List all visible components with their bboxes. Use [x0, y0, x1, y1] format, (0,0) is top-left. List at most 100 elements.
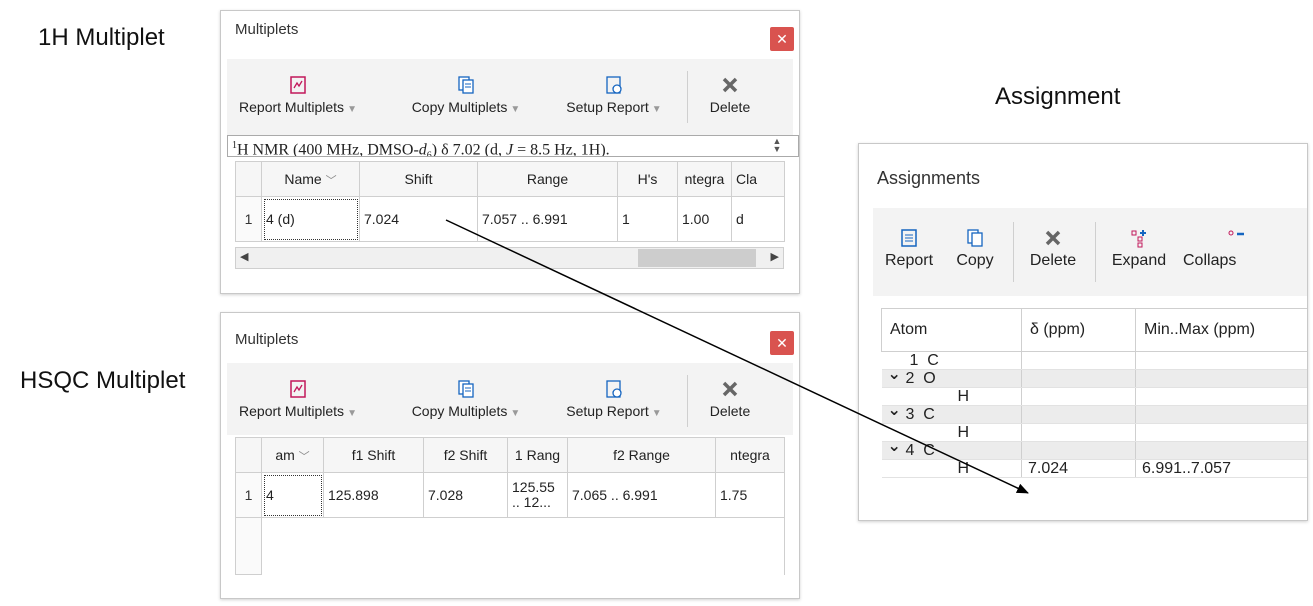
column-header-shift[interactable]: Shift	[359, 161, 478, 197]
column-header-f1-shift[interactable]: f1 Shift	[323, 437, 424, 473]
cell-range[interactable]: 6.991..7.057	[1135, 459, 1307, 478]
collapse-button[interactable]: Collaps	[1183, 228, 1267, 270]
cell-f2-range[interactable]: 7.065 .. 6.991	[567, 472, 716, 518]
copy-button[interactable]: Copy	[947, 228, 1003, 270]
cell-f2-shift[interactable]: 7.028	[423, 472, 508, 518]
tree-row[interactable]: ⌄ 3 C	[881, 402, 1307, 424]
horizontal-scrollbar[interactable]: ◀ ▶	[235, 247, 784, 269]
expand-button[interactable]: Expand	[1103, 228, 1175, 270]
cell-name[interactable]: 4 (d)	[261, 196, 360, 242]
dropdown-arrow-icon[interactable]: ▼	[347, 104, 357, 115]
delete-button[interactable]: Delete	[1021, 228, 1085, 270]
empty-cell	[261, 517, 785, 575]
report-multiplets-button[interactable]: Report Multiplets ▼	[227, 75, 369, 115]
cell-atom[interactable]: H	[881, 459, 1022, 478]
cell-f1-shift[interactable]: 125.898	[323, 472, 424, 518]
cell-shift[interactable]: 7.024	[1021, 459, 1136, 478]
scroll-right-icon[interactable]: ▶	[771, 250, 779, 263]
column-header-integral[interactable]: ntegra	[677, 161, 732, 197]
table-header-row: Name ﹀ Shift Range H's ntegra Cla	[235, 161, 785, 197]
scroll-left-icon[interactable]: ◀	[240, 250, 248, 263]
column-header-atom[interactable]: Atom	[881, 308, 1022, 352]
summary-text-2: ) δ 7.02 (d,	[431, 141, 506, 157]
cell-shift[interactable]	[1021, 441, 1136, 460]
tree-row[interactable]: ⌄ 4 C	[881, 438, 1307, 460]
column-header-class[interactable]: Cla	[731, 161, 785, 197]
cell-integral[interactable]: 1.75	[715, 472, 785, 518]
dropdown-arrow-icon[interactable]: ▼	[510, 104, 520, 115]
dropdown-arrow-icon[interactable]: ▼	[652, 408, 662, 419]
column-header-hs[interactable]: H's	[617, 161, 678, 197]
table-row[interactable]: 1 4 125.898 7.028 125.55 .. 12... 7.065 …	[235, 472, 785, 518]
close-button[interactable]: ✕	[770, 331, 794, 355]
cell-shift[interactable]	[1021, 405, 1136, 424]
cell-hs[interactable]: 1	[617, 196, 678, 242]
cell-f1-range[interactable]: 125.55 .. 12...	[507, 472, 568, 518]
cell-range[interactable]	[1135, 369, 1307, 388]
scrollbar-thumb[interactable]	[256, 250, 636, 266]
report-label: Report	[884, 252, 934, 269]
cell-atom[interactable]: ⌄ 2 O	[881, 366, 1022, 388]
dropdown-arrow-icon[interactable]: ▼	[652, 104, 662, 115]
cell-atom[interactable]: ⌄ 4 C	[881, 438, 1022, 460]
atom-label: 3 C	[905, 406, 935, 423]
column-header-name[interactable]: am ﹀	[261, 437, 324, 473]
dropdown-arrow-icon[interactable]: ▼	[510, 408, 520, 419]
close-button[interactable]: ✕	[770, 27, 794, 51]
delete-button[interactable]: Delete	[695, 75, 765, 115]
column-header-name[interactable]: Name ﹀	[261, 161, 360, 197]
toolbar-separator	[1013, 222, 1014, 282]
expand-chevron-icon[interactable]: ⌄	[888, 366, 906, 383]
column-header-range[interactable]: Range	[477, 161, 618, 197]
cell-range[interactable]: 7.057 .. 6.991	[477, 196, 618, 242]
report-button[interactable]: Report	[879, 228, 939, 270]
caption-hsqc-multiplet: HSQC Multiplet	[20, 367, 186, 394]
tree-row[interactable]: H	[881, 387, 1307, 406]
summary-italic-d: d	[418, 141, 427, 157]
atom-label: H	[957, 424, 970, 441]
column-header-f2-shift[interactable]: f2 Shift	[423, 437, 508, 473]
copy-icon	[458, 380, 474, 398]
expand-chevron-icon[interactable]: ⌄	[888, 402, 906, 419]
cell-name[interactable]: 4	[261, 472, 324, 518]
setup-report-label: Setup Report	[566, 99, 649, 115]
column-header-f1-range[interactable]: 1 Rang	[507, 437, 568, 473]
copy-multiplets-button[interactable]: Copy Multiplets ▼	[397, 75, 535, 115]
spin-arrows-icon[interactable]: ▲ ▼	[764, 137, 790, 154]
cell-shift[interactable]: 7.024	[359, 196, 478, 242]
column-header-range[interactable]: Min..Max (ppm)	[1135, 308, 1307, 352]
cell-integral[interactable]: 1.00	[677, 196, 732, 242]
cell-shift[interactable]	[1021, 351, 1136, 370]
cell-shift[interactable]	[1021, 387, 1136, 406]
cell-range[interactable]	[1135, 351, 1307, 370]
copy-multiplets-button[interactable]: Copy Multiplets ▼	[397, 379, 535, 419]
tree-row[interactable]: H	[881, 423, 1307, 442]
expand-chevron-icon[interactable]: ⌄	[888, 438, 906, 455]
tree-row[interactable]: ⌄ 2 O	[881, 366, 1307, 388]
cell-range[interactable]	[1135, 405, 1307, 424]
cell-atom[interactable]: ⌄ 3 C	[881, 402, 1022, 424]
delete-button[interactable]: Delete	[695, 379, 765, 419]
setup-report-label: Setup Report	[566, 403, 649, 419]
table-row[interactable]: 1 4 (d) 7.024 7.057 .. 6.991 1 1.00 d	[235, 196, 785, 242]
empty-table-area	[235, 517, 785, 575]
cell-class[interactable]: d	[731, 196, 785, 242]
report-multiplets-button[interactable]: Report Multiplets ▼	[227, 379, 369, 419]
setup-report-button[interactable]: Setup Report ▼	[554, 75, 674, 115]
cell-range[interactable]	[1135, 423, 1307, 442]
copy-multiplets-label: Copy Multiplets	[411, 99, 508, 115]
dropdown-arrow-icon[interactable]: ▼	[347, 408, 357, 419]
cell-shift[interactable]	[1021, 369, 1136, 388]
copy-icon	[967, 229, 983, 247]
column-header-integral[interactable]: ntegra	[715, 437, 785, 473]
tree-row[interactable]: 1 C	[881, 351, 1307, 370]
tree-row[interactable]: H 7.024 6.991..7.057	[881, 459, 1307, 478]
column-header-shift[interactable]: δ (ppm)	[1021, 308, 1136, 352]
cell-range[interactable]	[1135, 387, 1307, 406]
cell-range[interactable]	[1135, 441, 1307, 460]
column-header-f2-range[interactable]: f2 Range	[567, 437, 716, 473]
multiplet-report-text[interactable]: 1H NMR (400 MHz, DMSO-d6) δ 7.02 (d, J =…	[227, 135, 799, 157]
copy-label: Copy	[956, 252, 994, 269]
setup-report-button[interactable]: Setup Report ▼	[554, 379, 674, 419]
cell-shift[interactable]	[1021, 423, 1136, 442]
